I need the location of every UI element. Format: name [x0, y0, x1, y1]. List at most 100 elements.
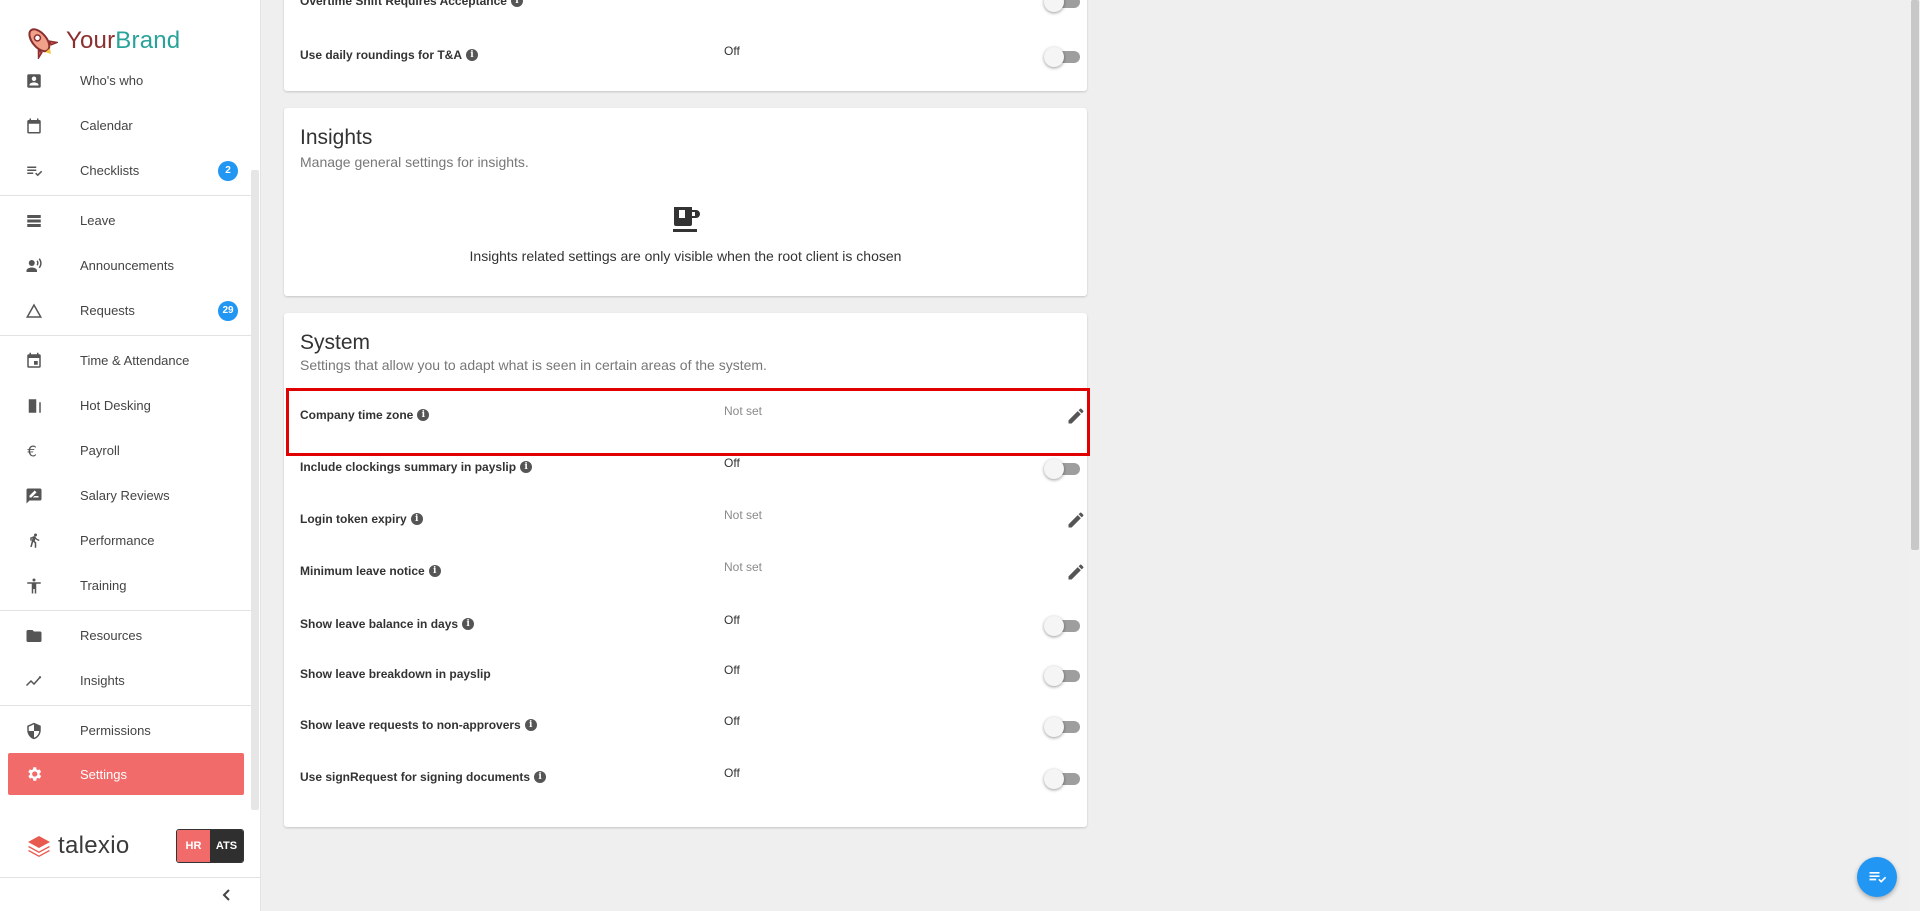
sidebar-item-label: Payroll: [80, 443, 120, 458]
setting-value: Not set: [724, 404, 763, 418]
toggle-switch[interactable]: [1044, 717, 1080, 737]
ats-toggle[interactable]: ATS: [210, 830, 243, 862]
sidebar-scrollbar[interactable]: [251, 170, 259, 810]
product-switcher[interactable]: HR ATS: [176, 829, 244, 863]
sidebar-item-label: Permissions: [80, 723, 151, 738]
trending-icon: [24, 671, 44, 691]
sidebar-item-leave[interactable]: Leave: [0, 198, 252, 243]
card-title: Insights: [300, 126, 373, 149]
info-icon[interactable]: i: [510, 0, 523, 7]
sidebar-item-hot-desking[interactable]: Hot Desking: [0, 383, 252, 428]
info-icon[interactable]: i: [520, 461, 533, 473]
rate-review-icon: [24, 486, 44, 506]
leave-icon: [24, 211, 44, 231]
card-title: System: [300, 331, 371, 354]
toggle-switch[interactable]: [1044, 47, 1080, 67]
sidebar-item-training[interactable]: Training: [0, 563, 252, 608]
info-icon[interactable]: i: [466, 49, 479, 61]
sidebar-item-payroll[interactable]: € Payroll: [0, 428, 252, 473]
sidebar-item-performance[interactable]: Performance: [0, 518, 252, 563]
pencil-icon[interactable]: [1066, 510, 1086, 530]
collapse-bar: [0, 877, 261, 911]
sidebar-item-salary-reviews[interactable]: Salary Reviews: [0, 473, 252, 518]
sidebar-item-time-attendance[interactable]: Time & Attendance: [0, 338, 252, 383]
toggle-switch[interactable]: [1044, 616, 1080, 636]
sidebar-item-requests[interactable]: Requests 29: [0, 288, 252, 333]
euro-icon: €: [24, 441, 44, 461]
setting-label: Minimum leave notice i: [300, 564, 441, 578]
hr-toggle[interactable]: HR: [177, 830, 210, 862]
sidebar-item-settings[interactable]: Settings: [8, 753, 244, 795]
talexio-wordmark: talexio: [58, 832, 130, 859]
checklist-icon: [24, 161, 44, 181]
pencil-icon[interactable]: [1066, 406, 1086, 426]
talexio-logo: talexio: [26, 832, 129, 860]
requests-icon: [24, 301, 44, 321]
brand-logo[interactable]: YourBrand: [22, 22, 180, 60]
info-icon[interactable]: i: [462, 618, 475, 630]
time-attendance-card: Overtime Shift Requires Acceptance i Use …: [284, 0, 1087, 91]
sidebar-item-label: Time & Attendance: [80, 353, 190, 368]
info-icon[interactable]: i: [534, 771, 547, 783]
toggle-switch[interactable]: [1044, 666, 1080, 686]
setting-label: Show leave requests to non-approvers i: [300, 718, 537, 732]
setting-row: Overtime Shift Requires Acceptance i: [284, 0, 1087, 30]
sidebar-item-calendar[interactable]: Calendar: [0, 103, 252, 148]
toggle-switch[interactable]: [1044, 459, 1080, 479]
layers-icon: [28, 836, 50, 857]
calendar-icon: [24, 116, 44, 136]
event-icon: [24, 351, 44, 371]
info-icon[interactable]: i: [410, 513, 423, 525]
toggle-switch[interactable]: [1044, 0, 1080, 12]
setting-value: Not set: [724, 560, 763, 574]
setting-label: Show leave balance in days i: [300, 617, 475, 631]
sidebar-item-permissions[interactable]: Permissions: [0, 708, 252, 753]
setting-value: Off: [724, 766, 740, 780]
toggle-switch[interactable]: [1044, 769, 1080, 789]
info-icon[interactable]: i: [524, 719, 537, 731]
sidebar-item-insights[interactable]: Insights: [0, 658, 252, 703]
contact-icon: [24, 71, 44, 91]
setting-value: Off: [724, 613, 740, 627]
checklist-fab[interactable]: [1857, 857, 1897, 897]
coffee-icon: [673, 207, 700, 232]
svg-text:€: €: [27, 442, 37, 460]
card-subtitle: Settings that allow you to adapt what is…: [300, 357, 767, 373]
announcement-icon: [24, 256, 44, 276]
sidebar-item-announcements[interactable]: Announcements: [0, 243, 252, 288]
count-badge: 2: [218, 160, 238, 181]
chevron-left-icon[interactable]: [219, 887, 235, 903]
setting-label: Overtime Shift Requires Acceptance i: [300, 0, 523, 8]
sidebar-item-label: Training: [80, 578, 127, 593]
setting-row-leave-balance-days: Show leave balance in days i Off: [284, 599, 1087, 649]
setting-value: Off: [724, 44, 740, 58]
sidebar-item-label: Announcements: [80, 258, 174, 273]
info-icon[interactable]: i: [417, 409, 430, 421]
setting-value: Off: [724, 456, 740, 470]
sidebar-item-label: Insights: [80, 673, 125, 688]
sidebar-item-checklists[interactable]: Checklists 2: [0, 148, 252, 193]
sidebar: YourBrand Who's who Calendar Checklists …: [0, 0, 261, 911]
setting-label: Company time zone i: [300, 408, 430, 422]
page-scrollbar[interactable]: [1910, 0, 1920, 911]
sidebar-item-whos-who[interactable]: Who's who: [0, 58, 252, 103]
accessibility-icon: [24, 576, 44, 596]
sidebar-item-label: Calendar: [80, 118, 133, 133]
insights-note: Insights related settings are only visib…: [469, 248, 902, 264]
main-content: Overtime Shift Requires Acceptance i Use …: [262, 0, 1920, 911]
divider: [0, 705, 252, 706]
setting-label: Login token expiry i: [300, 512, 423, 526]
setting-row-company-time-zone: Company time zone i Not set: [284, 390, 1087, 440]
setting-label: Show leave breakdown in payslip: [300, 667, 491, 681]
info-icon[interactable]: i: [428, 565, 441, 577]
folder-icon: [24, 626, 44, 646]
gear-icon: [24, 764, 44, 784]
brand-name: YourBrand: [66, 27, 181, 54]
setting-value: Off: [724, 663, 740, 677]
divider: [0, 610, 252, 611]
pencil-icon[interactable]: [1066, 562, 1086, 582]
running-icon: [24, 531, 44, 551]
page-scrollbar-thumb[interactable]: [1911, 0, 1919, 550]
sidebar-item-resources[interactable]: Resources: [0, 613, 252, 658]
setting-row-clockings-summary: Include clockings summary in payslip i Of…: [284, 442, 1087, 492]
